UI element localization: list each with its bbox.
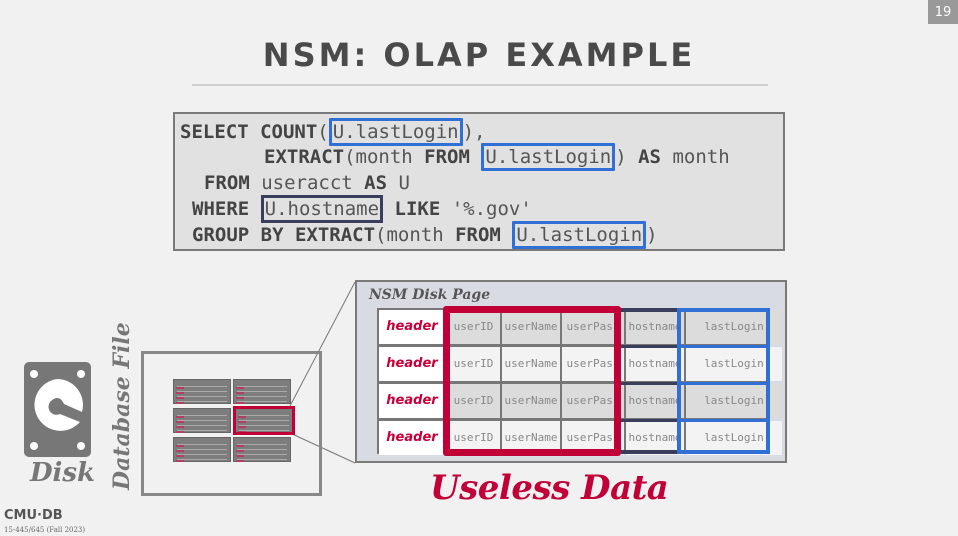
- useless-columns-highlight: [443, 306, 621, 456]
- database-file-label: Database File: [109, 322, 135, 490]
- selected-page-highlight: [233, 406, 295, 435]
- mini-header-mark: [176, 431, 184, 433]
- mini-header-mark: [176, 387, 184, 389]
- useless-data-label: Useless Data: [430, 468, 669, 508]
- mini-header-mark: [236, 397, 244, 399]
- lastlogin-row-separator: [677, 382, 770, 385]
- mini-row-line: [237, 396, 287, 397]
- mini-row-line: [177, 415, 227, 416]
- mini-header-mark: [236, 392, 244, 394]
- mini-row-line: [237, 454, 287, 455]
- lastlogin-column-highlight: [677, 308, 770, 454]
- hostname-row-separator: [621, 419, 679, 422]
- disk-page-label: NSM Disk Page: [369, 287, 491, 303]
- mini-header-mark: [176, 397, 184, 399]
- nsm-disk-page: NSM Disk Page header userID userName userPa…: [355, 280, 787, 463]
- mini-row-line: [177, 444, 227, 445]
- disk-label: Disk: [30, 458, 96, 488]
- mini-row-line: [177, 420, 227, 421]
- mini-header-mark: [176, 392, 184, 394]
- mini-row-line: [177, 459, 227, 460]
- mini-row-line: [237, 391, 287, 392]
- mini-disk-page: [173, 408, 231, 433]
- mini-disk-page: [173, 379, 231, 404]
- mini-header-mark: [236, 450, 244, 452]
- mini-row-line: [237, 401, 287, 402]
- disk-platter-icon: [34, 379, 83, 431]
- mini-disk-page: [173, 437, 231, 462]
- mini-row-line: [177, 425, 227, 426]
- mini-header-mark: [176, 445, 184, 447]
- mini-disk-page: [233, 437, 291, 462]
- mini-header-mark: [176, 426, 184, 428]
- mini-row-line: [237, 459, 287, 460]
- mini-row-line: [177, 386, 227, 387]
- hostname-row-separator: [621, 345, 679, 348]
- mini-header-mark: [176, 416, 184, 418]
- mini-header-mark: [236, 445, 244, 447]
- mini-header-mark: [176, 450, 184, 452]
- tuple-header-cell: header: [379, 347, 445, 381]
- database-file-box: [141, 351, 322, 496]
- mini-row-line: [177, 430, 227, 431]
- mini-row-line: [177, 396, 227, 397]
- tuple-header-cell: header: [379, 310, 445, 344]
- mini-row-line: [177, 454, 227, 455]
- mini-row-line: [177, 401, 227, 402]
- hard-disk-icon: [24, 362, 91, 457]
- mini-row-line: [237, 386, 287, 387]
- hostname-row-separator: [621, 382, 679, 385]
- mini-header-mark: [176, 402, 184, 404]
- mini-row-line: [177, 391, 227, 392]
- lastlogin-row-separator: [677, 419, 770, 422]
- mini-disk-page: [233, 379, 291, 404]
- mini-header-mark: [176, 421, 184, 423]
- mini-header-mark: [176, 455, 184, 457]
- mini-header-mark: [236, 402, 244, 404]
- mini-header-mark: [176, 460, 184, 462]
- tuple-header-cell: header: [379, 384, 445, 418]
- mini-header-mark: [236, 455, 244, 457]
- course-label: 15-445/645 (Fall 2023): [4, 526, 86, 534]
- lastlogin-row-separator: [677, 345, 770, 348]
- cmu-db-logo: CMU·DB: [4, 508, 63, 523]
- tuple-header-cell: header: [379, 421, 445, 455]
- mini-row-line: [237, 449, 287, 450]
- mini-header-mark: [236, 460, 244, 462]
- hostname-column-highlight: [621, 308, 679, 454]
- mini-header-mark: [236, 387, 244, 389]
- mini-row-line: [177, 449, 227, 450]
- mini-row-line: [237, 444, 287, 445]
